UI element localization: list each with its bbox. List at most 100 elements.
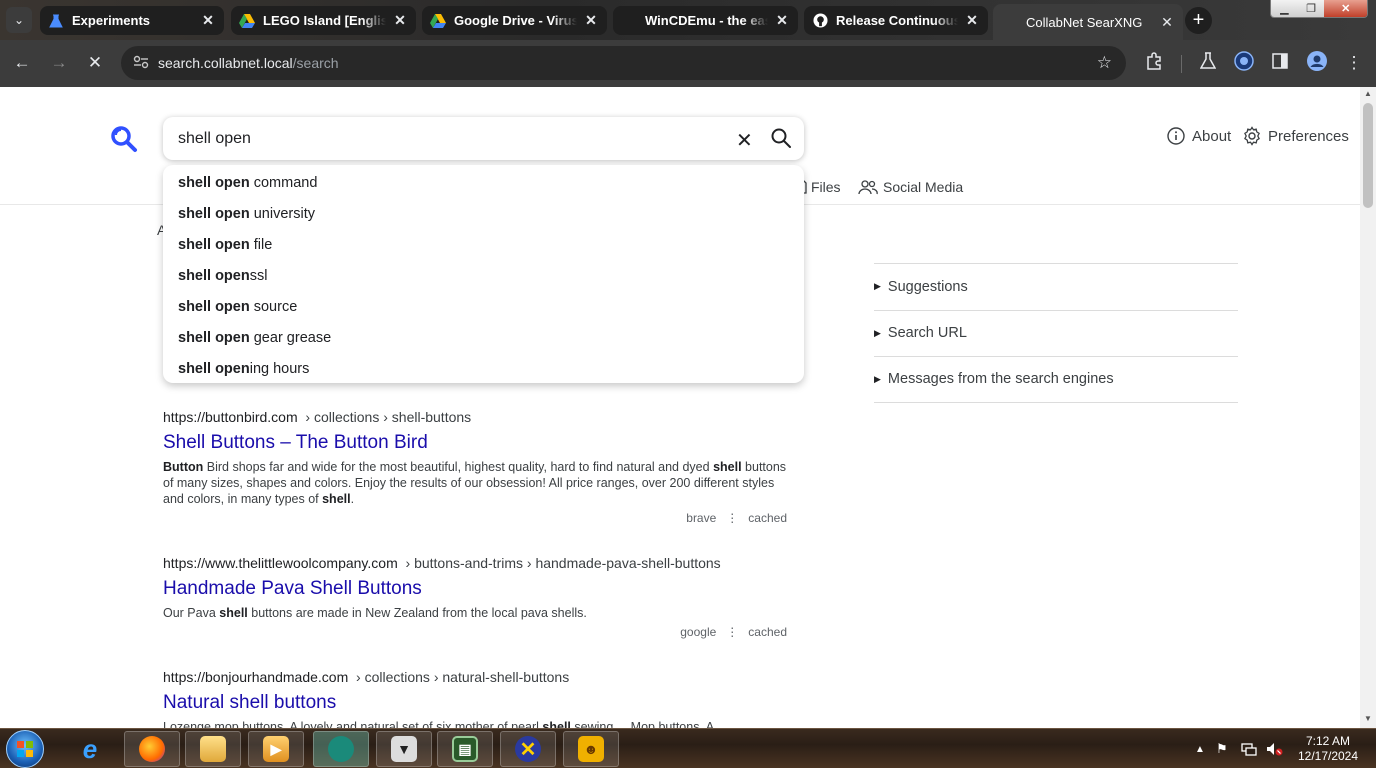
search-result: https://buttonbird.com › collections › s…: [163, 409, 793, 525]
triangle-right-icon: ▶: [874, 373, 881, 384]
sidebar-search-url-toggle[interactable]: ▶ Search URL: [874, 309, 1238, 357]
autocomplete-item[interactable]: shell open university: [163, 198, 804, 229]
fox-app-icon[interactable]: ▼: [376, 731, 432, 767]
close-tab-icon[interactable]: ✕: [583, 12, 599, 29]
autocomplete-item[interactable]: shell open file: [163, 229, 804, 260]
internet-explorer-icon[interactable]: e: [62, 731, 118, 767]
close-tab-icon[interactable]: ✕: [774, 12, 790, 29]
tab-google-drive[interactable]: Google Drive - Virus scan ✕: [422, 6, 607, 35]
cached-link[interactable]: cached: [748, 511, 787, 525]
chevron-down-icon: ⌄: [13, 13, 25, 27]
search-result: https://bonjourhandmade.com › collection…: [163, 669, 793, 728]
address-host: search.collabnet.local: [158, 55, 293, 71]
result-title-link[interactable]: Shell Buttons – The Button Bird: [163, 432, 793, 454]
close-tab-icon[interactable]: ✕: [392, 12, 408, 29]
suggestion-match: shell open: [178, 360, 250, 377]
searxng-logo-icon[interactable]: [110, 125, 138, 153]
chat-app-icon[interactable]: [313, 731, 369, 767]
back-button[interactable]: ←: [10, 51, 34, 75]
globe-icon: [1234, 50, 1254, 76]
result-url[interactable]: https://www.thelittlewoolcompany.com › b…: [163, 555, 793, 571]
autocomplete-item[interactable]: shell open gear grease: [163, 322, 804, 353]
extension-globe-button[interactable]: [1232, 50, 1256, 76]
sidebar-label: Suggestions: [887, 278, 968, 295]
tab-wincdemu[interactable]: WinCDEmu - the easiest ✕: [613, 6, 798, 35]
x-app-icon[interactable]: ✕: [500, 731, 556, 767]
tab-lego-island[interactable]: LEGO Island [English (US) ✕: [231, 6, 416, 35]
autocomplete-dropdown: shell open command shell open university…: [163, 165, 804, 383]
flask-icon: [1199, 51, 1217, 75]
extensions-button[interactable]: [1142, 51, 1166, 75]
cached-link[interactable]: cached: [748, 625, 787, 639]
result-title-link[interactable]: Handmade Pava Shell Buttons: [163, 578, 793, 600]
action-center-flag-icon[interactable]: ⚑: [1216, 729, 1228, 769]
arrow-left-icon: ←: [13, 53, 31, 72]
category-tab-social-media[interactable]: Social Media: [858, 179, 963, 195]
suggestion-rest: source: [249, 298, 298, 315]
clear-search-icon[interactable]: ✕: [736, 128, 753, 153]
blank-page-icon: [621, 13, 637, 29]
start-button[interactable]: [6, 730, 44, 768]
experiments-icon: [48, 13, 64, 29]
restore-button[interactable]: ❐: [1297, 0, 1325, 17]
suggestion-rest: ssl: [249, 267, 268, 284]
close-tab-icon[interactable]: ✕: [1159, 14, 1175, 31]
scroll-up-icon[interactable]: ▲: [1364, 89, 1372, 98]
bookmark-star-icon[interactable]: ☆: [1097, 53, 1112, 73]
search-input[interactable]: [178, 129, 718, 148]
result-title-link[interactable]: Natural shell buttons: [163, 692, 793, 714]
suggestion-rest: file: [249, 236, 273, 253]
plus-icon: +: [1192, 9, 1205, 31]
tab-collabnet-searxng[interactable]: CollabNet SearXNG ✕: [993, 4, 1183, 40]
github-icon: [812, 13, 828, 29]
about-link[interactable]: About: [1166, 126, 1231, 146]
terminal-app-icon[interactable]: ▤: [437, 731, 493, 767]
profile-button[interactable]: [1305, 50, 1329, 76]
firefox-icon[interactable]: [124, 731, 180, 767]
result-snippet: Our Pava shell buttons are made in New Z…: [163, 606, 587, 620]
autocomplete-item[interactable]: shell open ssl: [163, 260, 804, 291]
result-url[interactable]: https://buttonbird.com › collections › s…: [163, 409, 793, 425]
chevron-up-icon: ▲: [1195, 743, 1205, 755]
stop-loading-button[interactable]: ✕: [83, 51, 107, 75]
result-meta: google ⋮ cached: [163, 625, 793, 639]
autocomplete-item[interactable]: shell open ing hours: [163, 353, 804, 384]
avatar-icon: [1307, 50, 1327, 76]
search-icon[interactable]: [769, 126, 793, 150]
tab-search-dropdown-button[interactable]: ⌄: [6, 7, 32, 33]
side-panel-button[interactable]: [1268, 51, 1292, 75]
volume-muted-icon[interactable]: [1266, 729, 1284, 769]
gear-icon: [1242, 126, 1262, 146]
labs-button[interactable]: [1196, 51, 1220, 75]
address-bar[interactable]: search.collabnet.local/search ☆: [121, 46, 1126, 80]
file-explorer-icon[interactable]: [185, 731, 241, 767]
tab-experiments[interactable]: Experiments ✕: [40, 6, 224, 35]
show-hidden-icons-button[interactable]: ▲: [1195, 729, 1205, 769]
scrollbar-thumb[interactable]: [1363, 103, 1373, 208]
tab-title: WinCDEmu - the easiest: [645, 13, 768, 28]
autocomplete-item[interactable]: shell open command: [163, 167, 804, 198]
site-settings-icon[interactable]: [133, 55, 151, 72]
minimize-button[interactable]: ▁: [1271, 0, 1298, 17]
network-icon[interactable]: [1241, 729, 1257, 769]
forward-button[interactable]: →: [47, 51, 71, 75]
system-clock[interactable]: 7:12 AM 12/17/2024: [1290, 734, 1366, 764]
lion-app-icon[interactable]: ☻: [563, 731, 619, 767]
preferences-link[interactable]: Preferences: [1242, 126, 1349, 146]
close-tab-icon[interactable]: ✕: [200, 12, 216, 29]
browser-menu-button[interactable]: ⋮: [1342, 51, 1366, 75]
result-url[interactable]: https://bonjourhandmade.com › collection…: [163, 669, 793, 685]
media-player-icon[interactable]: ▶: [248, 731, 304, 767]
suggestion-rest: gear grease: [249, 329, 332, 346]
sidebar-engine-messages-toggle[interactable]: ▶ Messages from the search engines: [874, 356, 1238, 403]
address-url: search.collabnet.local/search: [158, 55, 339, 71]
close-tab-icon[interactable]: ✕: [964, 12, 980, 29]
window-close-button[interactable]: ✕: [1324, 0, 1367, 17]
page-scrollbar[interactable]: ▲ ▼: [1360, 87, 1376, 728]
sidebar-suggestions-toggle[interactable]: ▶ Suggestions: [874, 263, 1238, 310]
autocomplete-item[interactable]: shell open source: [163, 291, 804, 322]
tab-release-continuous[interactable]: Release Continuous bu ✕: [804, 6, 988, 35]
scroll-down-icon[interactable]: ▼: [1364, 714, 1372, 723]
new-tab-button[interactable]: +: [1185, 7, 1212, 34]
result-host: https://bonjourhandmade.com: [163, 669, 349, 685]
